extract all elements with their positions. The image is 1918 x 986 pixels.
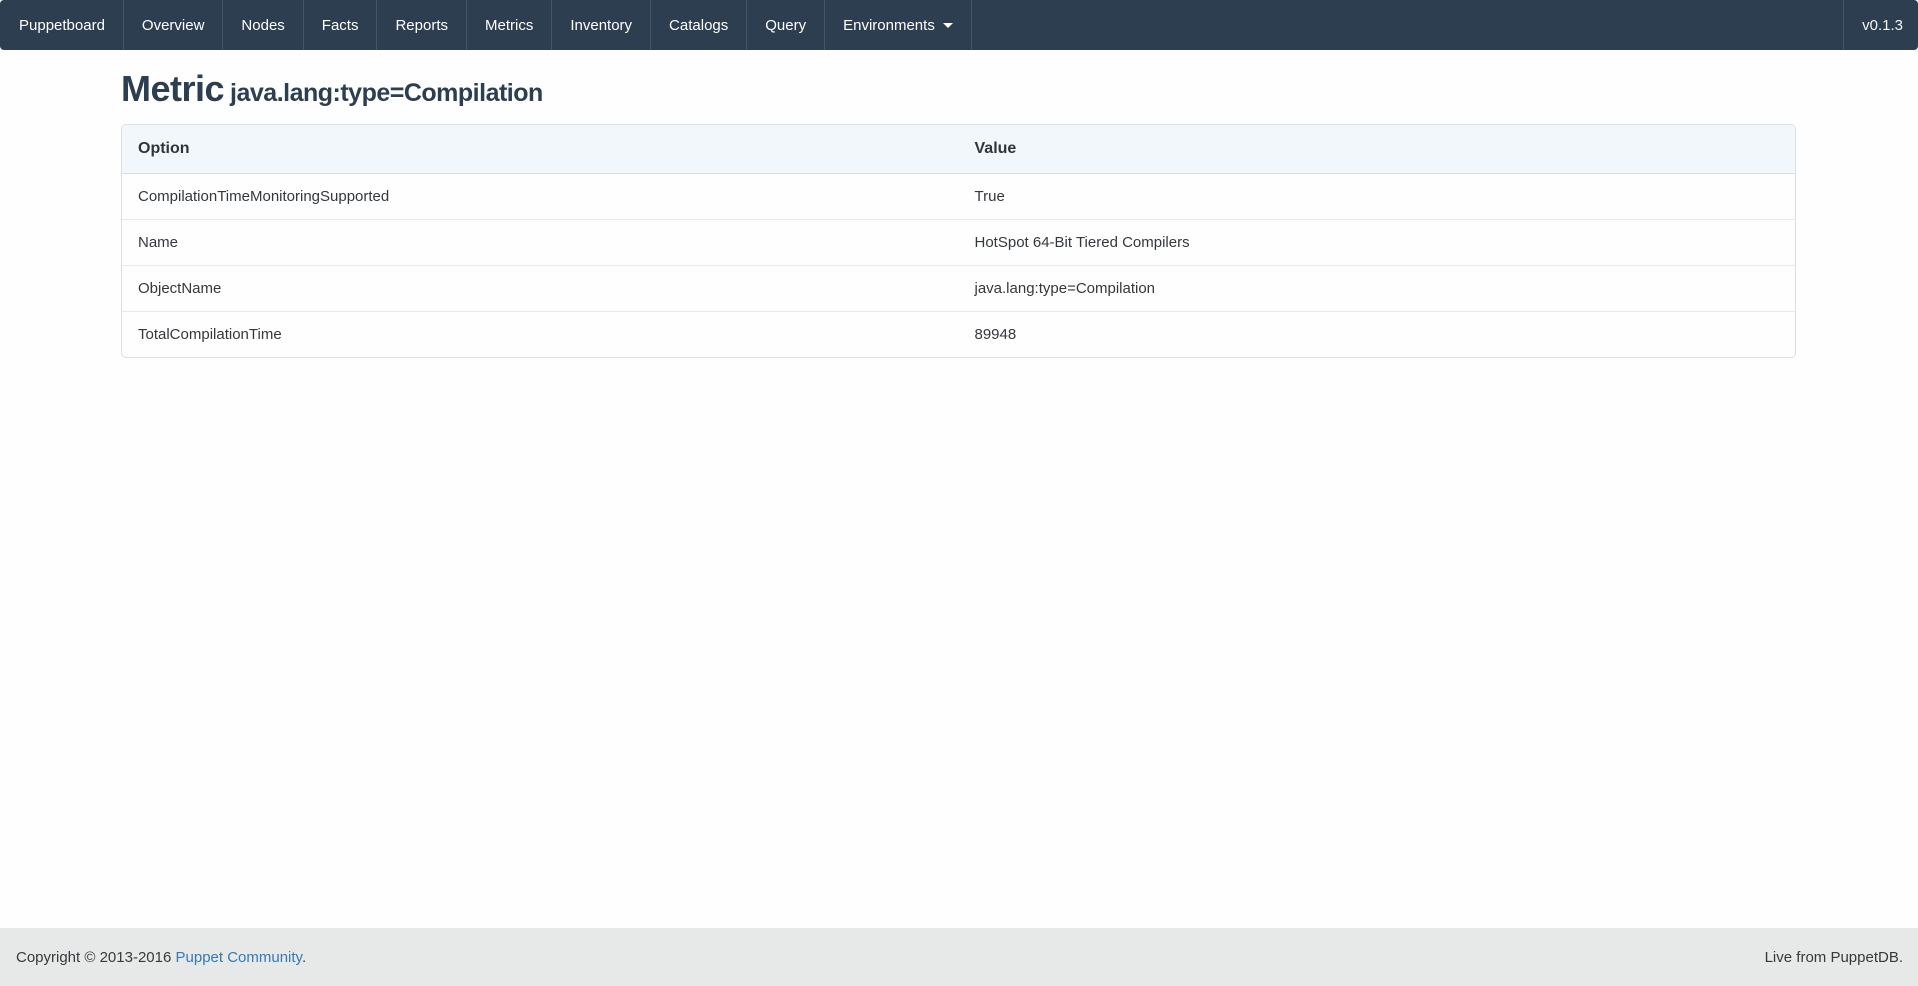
table-row: ObjectName java.lang:type=Compilation [122,266,1795,312]
nav-item-inventory[interactable]: Inventory [552,0,651,50]
nav-item-catalogs[interactable]: Catalogs [651,0,747,50]
nav-item-metrics[interactable]: Metrics [467,0,552,50]
column-header-option: Option [122,125,959,174]
table-row: TotalCompilationTime 89948 [122,312,1795,358]
environments-label: Environments [843,17,935,34]
page-title-text: Metric [121,68,224,109]
footer: Copyright © 2013-2016 Puppet Community. … [0,928,1918,986]
nav-item-overview[interactable]: Overview [124,0,224,50]
copyright-text: Copyright © 2013-2016 [16,949,171,966]
option-cell: Name [122,220,959,266]
nav-item-environments-dropdown[interactable]: Environments [825,0,972,50]
table-row: Name HotSpot 64-Bit Tiered Compilers [122,220,1795,266]
option-cell: CompilationTimeMonitoringSupported [122,174,959,220]
page-subtitle: java.lang:type=Compilation [230,79,543,107]
version-badge: v0.1.3 [1843,0,1918,50]
copyright-period: . [302,949,306,966]
navbar: Puppetboard Overview Nodes Facts Reports… [0,0,1918,50]
page: Puppetboard Overview Nodes Facts Reports… [0,0,1918,986]
puppet-community-link[interactable]: Puppet Community [176,949,302,966]
metric-table-panel: Option Value CompilationTimeMonitoringSu… [121,124,1796,358]
value-cell: 89948 [959,312,1796,358]
page-title: Metricjava.lang:type=Compilation [121,68,1796,110]
nav-item-facts[interactable]: Facts [304,0,378,50]
table-row: CompilationTimeMonitoringSupported True [122,174,1795,220]
metric-table: Option Value CompilationTimeMonitoringSu… [122,125,1795,357]
option-cell: ObjectName [122,266,959,312]
column-header-value: Value [959,125,1796,174]
copyright: Copyright © 2013-2016 Puppet Community. [16,949,306,966]
main-content: Metricjava.lang:type=Compilation Option … [0,50,1918,928]
nav-item-nodes[interactable]: Nodes [223,0,303,50]
caret-down-icon [943,23,953,28]
navbar-spacer [972,0,1843,50]
navbar-brand[interactable]: Puppetboard [0,0,124,50]
option-cell: TotalCompilationTime [122,312,959,358]
table-header-row: Option Value [122,125,1795,174]
nav-item-query[interactable]: Query [747,0,825,50]
value-cell: HotSpot 64-Bit Tiered Compilers [959,220,1796,266]
value-cell: True [959,174,1796,220]
value-cell: java.lang:type=Compilation [959,266,1796,312]
nav-item-reports[interactable]: Reports [377,0,467,50]
puppetdb-status: Live from PuppetDB. [1765,949,1903,966]
